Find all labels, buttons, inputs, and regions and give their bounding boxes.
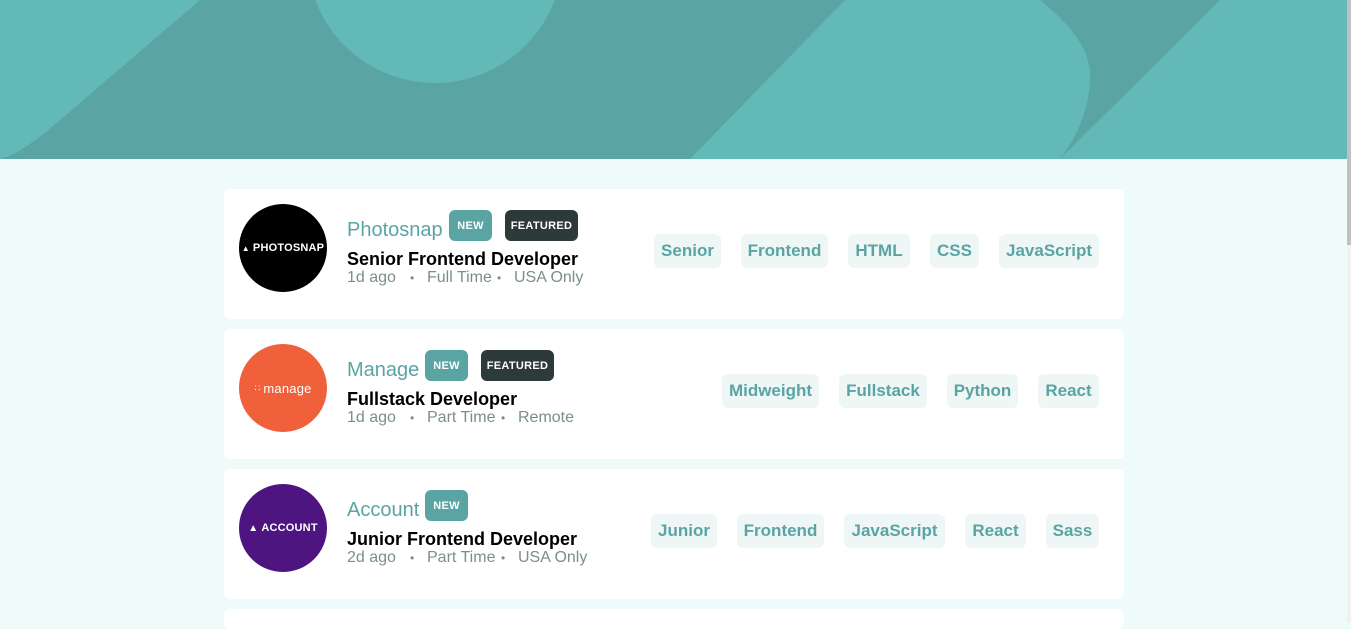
company-name[interactable]: Photosnap: [347, 219, 443, 242]
featured-badge: FEATURED: [481, 350, 554, 381]
new-badge: NEW: [449, 210, 492, 241]
separator-dot-icon: •: [410, 411, 415, 425]
filter-tag[interactable]: Midweight: [722, 374, 819, 408]
scrollbar[interactable]: [1347, 0, 1351, 622]
new-badge: NEW: [425, 490, 468, 521]
filter-tag[interactable]: React: [965, 514, 1026, 548]
company-name[interactable]: Account: [347, 499, 419, 522]
filter-tag[interactable]: Sass: [1046, 514, 1099, 548]
featured-badge: FEATURED: [505, 210, 578, 241]
filter-tag[interactable]: Frontend: [741, 234, 828, 268]
separator-dot-icon: •: [501, 411, 506, 425]
scrollbar-thumb[interactable]: [1347, 0, 1351, 245]
filter-tag[interactable]: JavaScript: [844, 514, 945, 548]
filter-tag[interactable]: Senior: [654, 234, 721, 268]
company-name[interactable]: Manage: [347, 359, 419, 382]
header-banner: [0, 0, 1347, 159]
new-badge: NEW: [425, 350, 468, 381]
company-logo: ∷ manage: [239, 344, 327, 432]
filter-tag[interactable]: HTML: [848, 234, 910, 268]
manage-logo-icon: ∷: [254, 382, 261, 393]
filter-tag[interactable]: Fullstack: [839, 374, 927, 408]
logo-text: ACCOUNT: [261, 522, 318, 534]
company-logo: ▲ PHOTOSNAP: [239, 204, 327, 292]
header-pattern: [0, 0, 1347, 159]
logo-text: PHOTOSNAP: [252, 242, 325, 254]
logo-text: manage: [263, 380, 312, 396]
company-logo: ▲ ACCOUNT: [239, 484, 327, 572]
job-card-photosnap[interactable]: ▲ PHOTOSNAP Photosnap NEW FEATURED Senio…: [224, 189, 1124, 319]
posted-at: 2d ago: [347, 549, 396, 566]
contract-type: Part Time: [427, 549, 496, 566]
job-title[interactable]: Senior Frontend Developer: [347, 249, 578, 270]
job-card-manage[interactable]: ∷ manage Manage NEW FEATURED Fullstack D…: [224, 329, 1124, 459]
job-card-partial[interactable]: [224, 609, 1124, 629]
filter-tag[interactable]: Junior: [651, 514, 717, 548]
location: USA Only: [514, 269, 584, 286]
filter-tag[interactable]: CSS: [930, 234, 979, 268]
location: Remote: [518, 409, 575, 426]
contract-type: Full Time: [427, 269, 492, 286]
separator-dot-icon: •: [497, 271, 502, 285]
job-title[interactable]: Junior Frontend Developer: [347, 529, 577, 550]
filter-tag[interactable]: Python: [947, 374, 1018, 408]
filter-tag[interactable]: React: [1038, 374, 1099, 408]
job-card-account[interactable]: ▲ ACCOUNT Account NEW Junior Frontend De…: [224, 469, 1124, 599]
contract-type: Part Time: [427, 409, 496, 426]
posted-at: 1d ago: [347, 409, 396, 426]
location: USA Only: [518, 549, 588, 566]
filter-tag[interactable]: JavaScript: [999, 234, 1099, 268]
separator-dot-icon: •: [410, 271, 415, 285]
job-title[interactable]: Fullstack Developer: [347, 389, 517, 410]
photosnap-logo-icon: ▲: [241, 243, 250, 253]
separator-dot-icon: •: [501, 551, 506, 565]
account-logo-icon: ▲: [248, 522, 259, 534]
filter-tag[interactable]: Frontend: [737, 514, 824, 548]
separator-dot-icon: •: [410, 551, 415, 565]
posted-at: 1d ago: [347, 269, 396, 286]
